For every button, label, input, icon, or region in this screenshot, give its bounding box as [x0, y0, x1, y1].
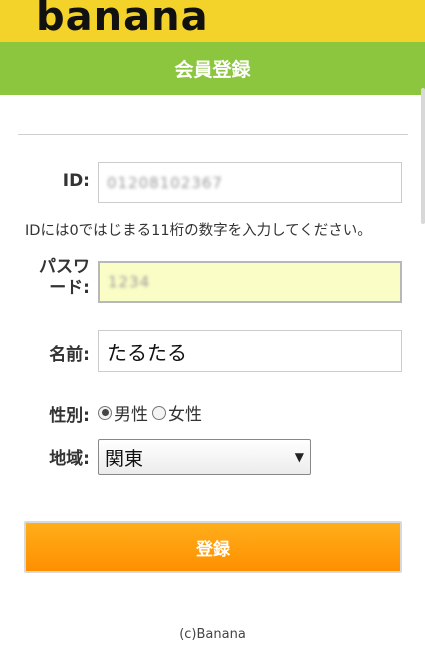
divider: [18, 134, 408, 135]
password-label-line2: ード:: [49, 278, 90, 298]
gender-label: 性別:: [49, 406, 90, 426]
register-button-label: 登録: [196, 539, 230, 560]
scrollbar[interactable]: [421, 88, 425, 224]
register-button[interactable]: 登録: [24, 521, 402, 573]
region-select[interactable]: 関東 ▼: [98, 439, 311, 475]
female-radio[interactable]: [152, 405, 166, 420]
id-value: 01208102367: [107, 173, 223, 192]
top-bar: banana: [0, 0, 425, 42]
female-label[interactable]: 女性: [168, 400, 202, 425]
banana-logo[interactable]: banana: [36, 0, 209, 40]
region-selected-value: 関東: [105, 447, 144, 470]
id-input[interactable]: 01208102367: [98, 162, 402, 203]
male-radio[interactable]: [98, 405, 112, 420]
password-label-line1: パスワ: [39, 257, 90, 277]
region-label: 地域:: [49, 449, 90, 469]
name-value: たるたる: [107, 340, 187, 365]
gender-radio-group: 男性 女性: [98, 400, 202, 425]
page-title: 会員登録: [174, 59, 251, 81]
id-label: ID:: [62, 171, 90, 191]
dropdown-arrow-icon: ▼: [294, 450, 304, 464]
password-label: パスワ ード:: [28, 257, 90, 299]
radio-selected-dot: [101, 409, 109, 416]
id-hint-text: IDには0ではじまる11桁の数字を入力してください。: [25, 223, 372, 239]
name-label: 名前:: [49, 345, 90, 365]
password-input[interactable]: 1234: [98, 261, 402, 303]
name-input[interactable]: たるたる: [98, 330, 402, 372]
page-header: 会員登録: [0, 42, 425, 95]
copyright-footer: (c)Banana: [179, 627, 246, 642]
password-value: 1234: [108, 273, 151, 291]
male-label[interactable]: 男性: [114, 400, 148, 425]
